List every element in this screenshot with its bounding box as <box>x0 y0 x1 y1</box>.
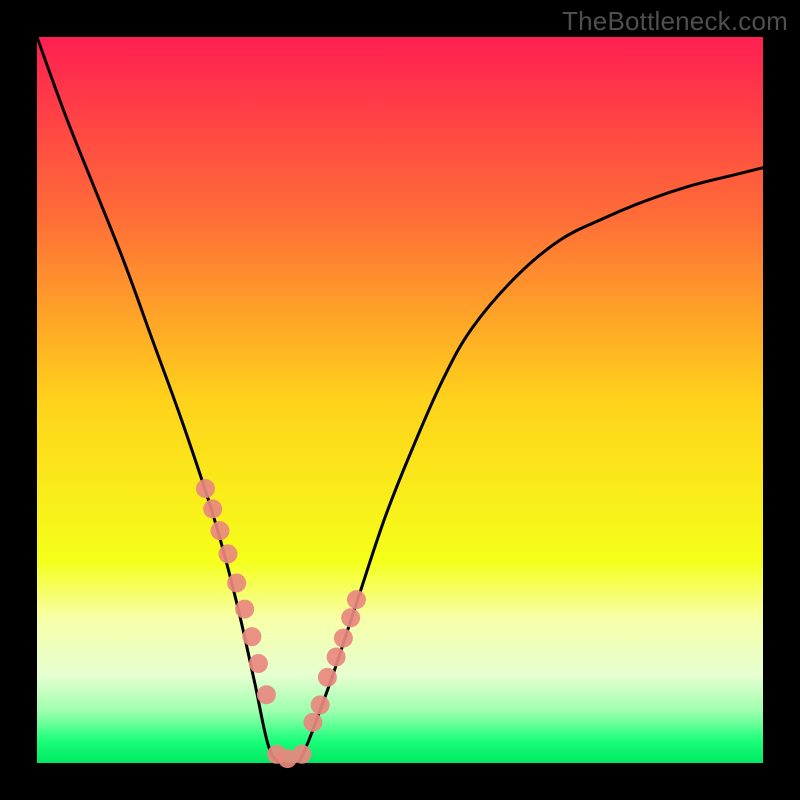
bead-marker <box>227 573 246 592</box>
bead-marker <box>303 713 322 732</box>
bottleneck-chart <box>0 0 800 800</box>
bead-marker <box>334 629 353 648</box>
bead-marker <box>311 695 330 714</box>
bead-marker <box>257 685 276 704</box>
bead-marker <box>196 479 215 498</box>
bead-marker <box>242 627 261 646</box>
bead-marker <box>203 499 222 518</box>
bead-marker <box>327 648 346 667</box>
bead-marker <box>292 745 311 764</box>
bead-marker <box>235 600 254 619</box>
bead-marker <box>210 521 229 540</box>
bead-marker <box>249 654 268 673</box>
plot-background <box>37 37 763 763</box>
bead-marker <box>347 590 366 609</box>
chart-frame: TheBottleneck.com <box>0 0 800 800</box>
bead-marker <box>341 608 360 627</box>
watermark-text: TheBottleneck.com <box>562 6 788 37</box>
bead-marker <box>218 544 237 563</box>
bead-marker <box>318 668 337 687</box>
